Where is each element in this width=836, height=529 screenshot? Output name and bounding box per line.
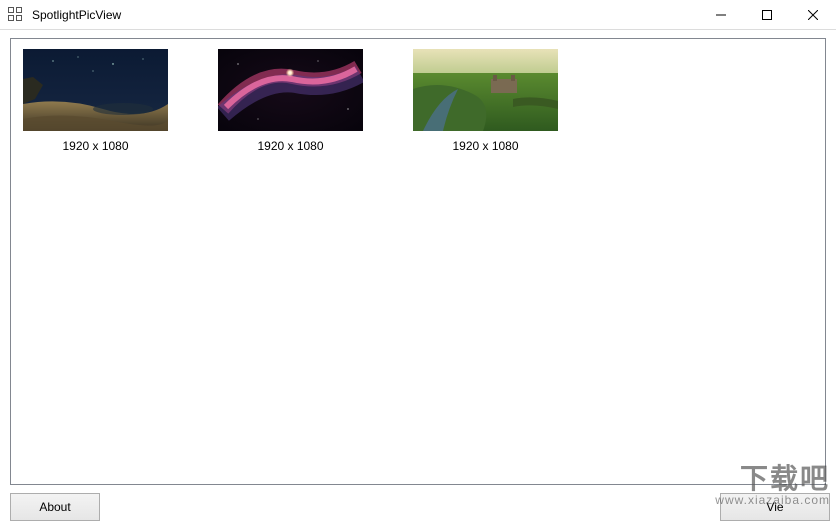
thumbnail-image: [218, 49, 363, 131]
close-button[interactable]: [790, 0, 836, 30]
thumbnail-caption: 1920 x 1080: [62, 139, 128, 153]
thumbnail-caption: 1920 x 1080: [257, 139, 323, 153]
thumbnail-image: [413, 49, 558, 131]
maximize-button[interactable]: [744, 0, 790, 30]
app-icon: [8, 7, 24, 23]
window-title: SpotlightPicView: [30, 8, 121, 22]
thumbnail-item[interactable]: 1920 x 1080: [23, 49, 168, 153]
view-button[interactable]: Vie: [720, 493, 830, 521]
thumbnail-item[interactable]: 1920 x 1080: [413, 49, 558, 153]
thumbnail-caption: 1920 x 1080: [452, 139, 518, 153]
button-row: About Vie: [10, 493, 826, 521]
minimize-button[interactable]: [698, 0, 744, 30]
titlebar: SpotlightPicView: [0, 0, 836, 30]
thumbnail-row: 1920 x 1080: [23, 49, 813, 153]
gallery-panel: 1920 x 1080: [10, 38, 826, 485]
client-area: 1920 x 1080: [0, 30, 836, 529]
thumbnail-image: [23, 49, 168, 131]
thumbnail-item[interactable]: 1920 x 1080: [218, 49, 363, 153]
about-button[interactable]: About: [10, 493, 100, 521]
